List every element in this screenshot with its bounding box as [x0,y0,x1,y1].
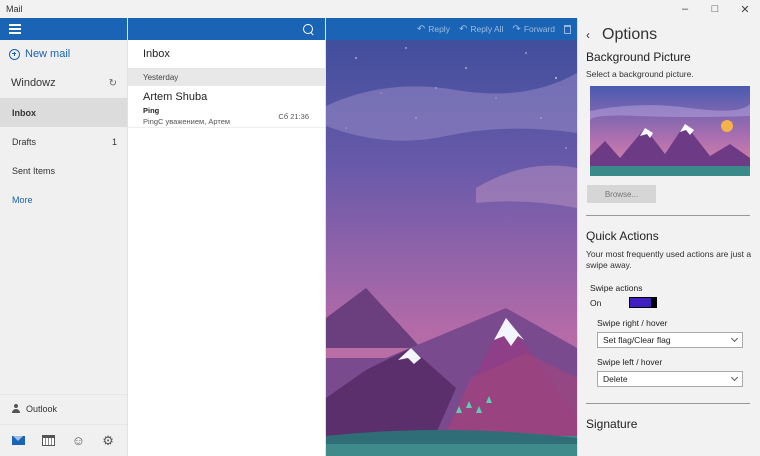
folder-inbox[interactable]: Inbox [0,98,127,127]
plus-circle-icon [9,48,20,60]
hamburger-menu-icon[interactable] [9,24,21,34]
forward-icon: ↷ [512,23,521,35]
background-thumbnail[interactable] [590,86,750,176]
chevron-down-icon [730,373,739,382]
folder-drafts[interactable]: Drafts 1 [0,127,127,156]
divider [586,403,750,404]
swipe-actions-row: On [578,297,760,308]
sync-icon[interactable]: ↻ [109,78,117,89]
swipe-left-label: Swipe left / hover [597,357,663,367]
mail-app-button[interactable] [9,431,29,451]
swipe-actions-label: Swipe actions [590,283,643,293]
maximize-button[interactable]: □ [700,0,730,18]
feedback-button[interactable]: ☺ [68,431,88,451]
background-picture-title: Background Picture [586,50,691,64]
nav-header [0,18,127,40]
reply-icon: ↶ [416,23,426,35]
outlook-account-switch[interactable]: Outlook [0,394,127,422]
folder-sent-items[interactable]: Sent Items [0,156,127,185]
account-header[interactable]: Windowz ↻ [0,68,127,98]
mail-icon [12,436,26,445]
folder-label: Sent Items [12,165,56,176]
chevron-down-icon [730,334,739,343]
app-switcher-bar: ☺ ⚙ [0,424,127,456]
new-mail-label: New mail [25,48,71,60]
reply-all-button[interactable]: ↶ Reply All [459,24,503,35]
reading-toolbar: ↶ Reply ↶ Reply All ↷ Forward [326,18,577,40]
signature-title: Signature [586,417,638,431]
account-name: Windowz [11,77,56,89]
options-panel: ‹ Options Background Picture Select a ba… [577,18,760,456]
more-label: More [12,194,33,205]
swipe-left-value: Delete [603,374,628,384]
swipe-right-select[interactable]: Set flag/Clear flag [597,332,743,348]
person-icon [12,404,20,413]
message-time: Сб 21:36 [278,112,309,121]
folder-count: 1 [111,136,117,147]
date-group-header: Yesterday [128,68,325,86]
settings-button[interactable]: ⚙ [98,431,118,451]
swipe-actions-state: On [590,297,602,308]
folder-title: Inbox [143,48,170,60]
reply-all-icon: ↶ [458,23,468,35]
swipe-right-value: Set flag/Clear flag [603,335,671,345]
folder-label: Inbox [12,107,36,118]
message-item[interactable]: Artem Shuba Ping PingС уважением, Артем … [128,86,325,128]
delete-button[interactable] [564,24,571,34]
title-bar: Mail – □ ✕ [0,0,760,18]
divider [586,215,750,216]
navigation-pane: New mail Windowz ↻ Inbox Drafts 1 Sent I… [0,18,128,456]
quick-actions-desc: Your most frequently used actions are ju… [586,249,752,270]
message-list-pane: Inbox Yesterday Artem Shuba Ping PingС у… [128,18,326,456]
browse-button[interactable]: Browse... [587,185,656,203]
folder-label: Drafts [12,136,37,147]
background-wallpaper [326,18,577,456]
close-button[interactable]: ✕ [730,0,760,18]
swipe-actions-toggle[interactable] [629,297,658,308]
reply-button[interactable]: ↶ Reply [417,24,450,35]
calendar-icon [42,435,56,446]
reply-label: Reply [428,24,450,34]
options-header: ‹ Options [578,18,760,52]
forward-button[interactable]: ↷ Forward [512,24,555,35]
new-mail-button[interactable]: New mail [0,40,127,68]
outlook-label: Outlook [26,403,58,414]
minimize-button[interactable]: – [670,0,700,18]
smiley-icon: ☺ [71,433,86,448]
swipe-left-select[interactable]: Delete [597,371,743,387]
more-folders-link[interactable]: More [0,185,127,214]
search-icon[interactable] [300,21,316,37]
gear-icon: ⚙ [102,432,114,448]
window-title: Mail [6,4,23,14]
swipe-right-label: Swipe right / hover [597,318,668,328]
quick-actions-title: Quick Actions [586,229,659,243]
forward-label: Forward [523,24,555,34]
background-picture-desc: Select a background picture. [586,69,694,79]
calendar-app-button[interactable] [39,431,59,451]
list-header-bar [128,18,325,40]
message-sender: Artem Shuba [143,91,208,103]
back-icon[interactable]: ‹ [586,28,590,42]
trash-icon [564,24,571,34]
options-title: Options [602,26,658,43]
reading-pane: ↶ Reply ↶ Reply All ↷ Forward [326,18,577,456]
reply-all-label: Reply All [470,24,504,34]
